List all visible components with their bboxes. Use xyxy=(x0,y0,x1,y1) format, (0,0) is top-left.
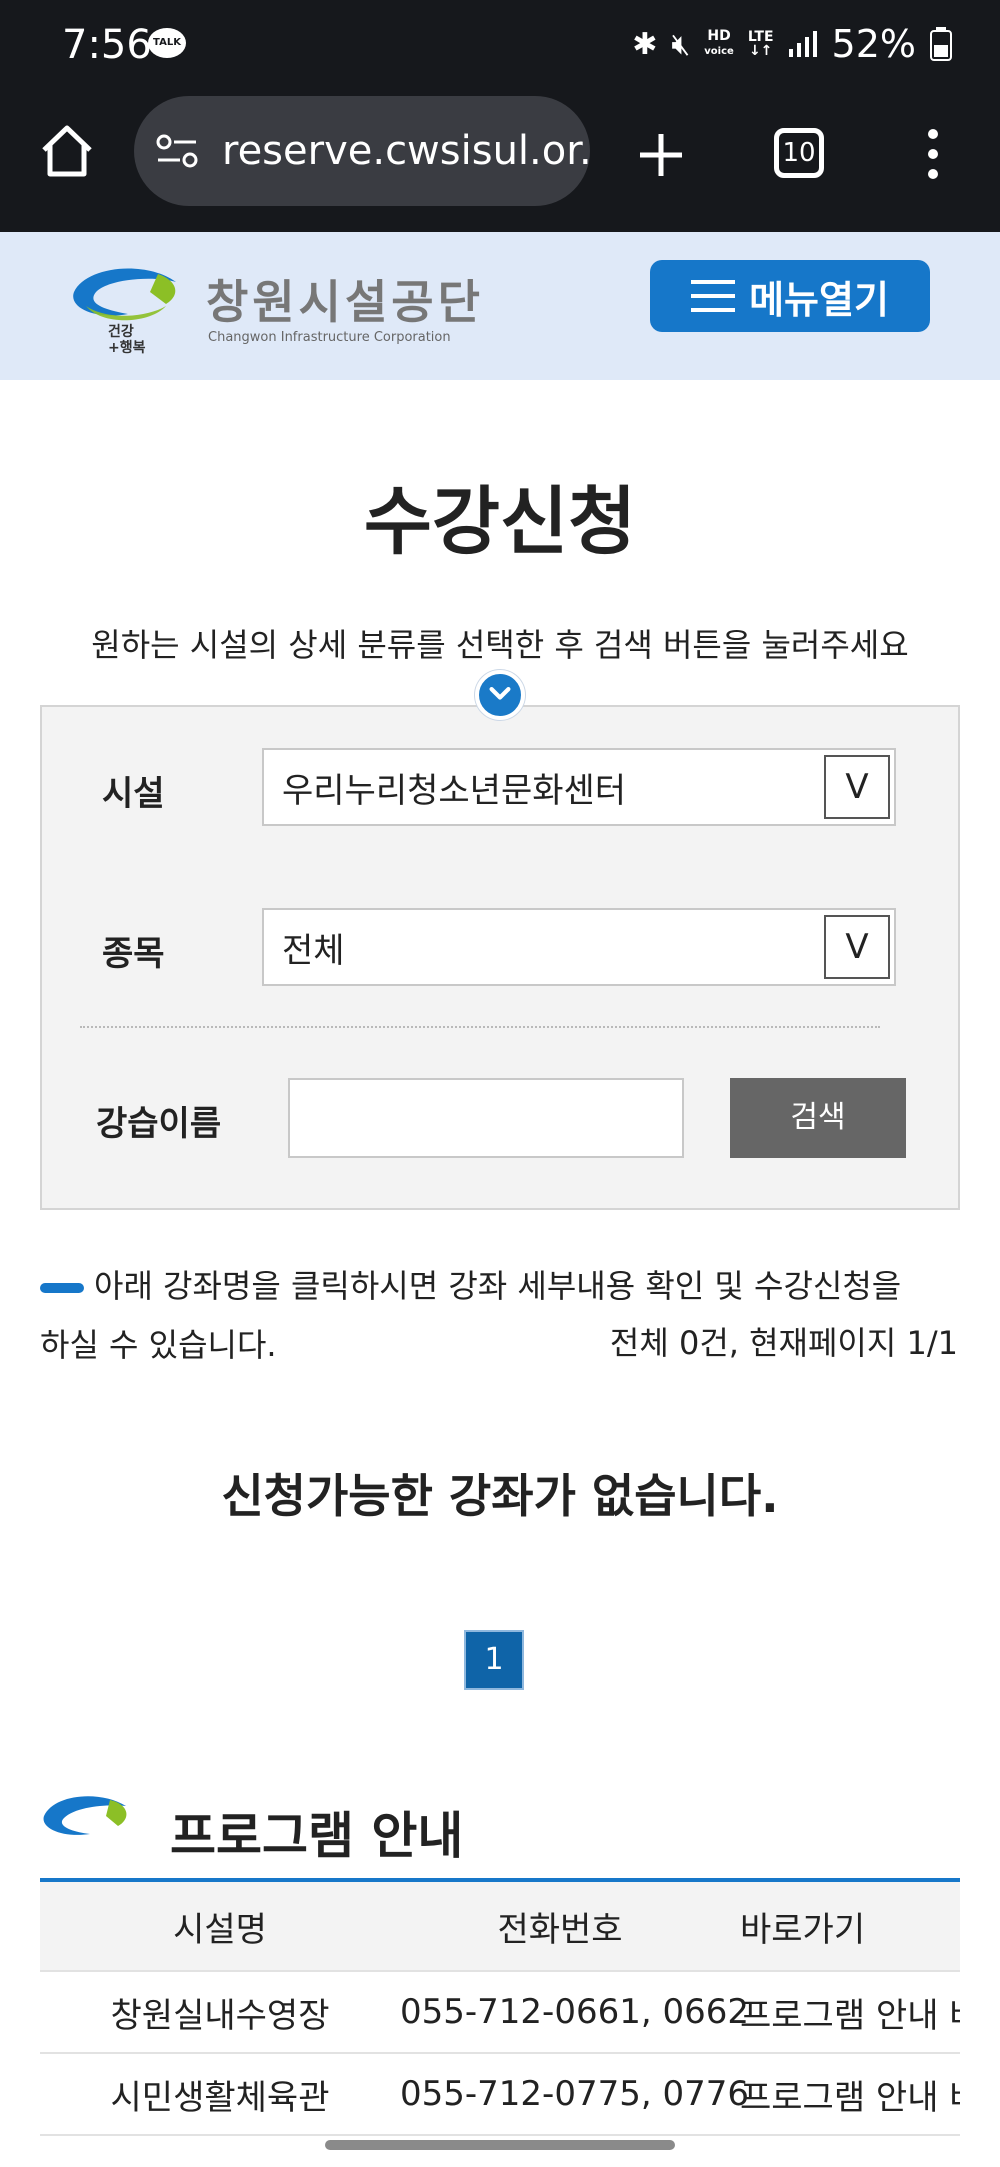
pagination-page-1[interactable]: 1 xyxy=(464,1630,524,1690)
facility-select-value: 우리누리청소년문화센터 xyxy=(282,770,627,811)
program-section-title: 프로그램 안내 xyxy=(170,1807,464,1865)
chevron-down-icon xyxy=(475,670,525,720)
course-name-input[interactable] xyxy=(288,1078,684,1158)
search-button[interactable]: 검색 xyxy=(730,1078,906,1158)
gesture-home-bar[interactable] xyxy=(325,2140,675,2150)
svg-text:건강: 건강 xyxy=(108,323,134,340)
tab-switcher-button[interactable]: 10 xyxy=(774,128,824,178)
url-text[interactable]: reserve.cwsisul.or.kr xyxy=(222,128,590,174)
address-bar[interactable]: reserve.cwsisul.or.kr xyxy=(134,96,590,206)
notice-line-1: 아래 강좌명을 클릭하시면 강좌 세부내용 확인 및 수강신청을 xyxy=(94,1267,902,1305)
status-icons: ✱ 🔇︎ HD voice LTE ↓↑ 52% xyxy=(632,22,952,66)
category-select-value: 전체 xyxy=(282,930,345,971)
form-divider xyxy=(80,1026,880,1028)
hd-voice-icon: HD voice xyxy=(704,28,734,57)
category-select[interactable]: 전체 V xyxy=(262,908,896,986)
dropdown-arrow-icon[interactable]: V xyxy=(824,755,890,819)
lte-icon: LTE ↓↑ xyxy=(747,29,774,59)
bluetooth-icon: ✱ xyxy=(632,26,658,62)
result-count: 전체 0건, 현재페이지 1/1 xyxy=(609,1324,958,1362)
phone-cell: 055-712-0661, 0662 xyxy=(400,1992,749,2032)
section-logo-icon xyxy=(43,1796,127,1835)
page-title: 수강신청 xyxy=(363,479,637,565)
notice-line-2: 하실 수 있습니다. xyxy=(40,1326,277,1364)
dropdown-arrow-icon[interactable]: V xyxy=(824,915,890,979)
facility-label: 시설 xyxy=(102,774,165,814)
phone-cell: 055-712-0775, 0776 xyxy=(400,2074,749,2114)
course-name-label: 강습이름 xyxy=(96,1104,222,1144)
signal-icon xyxy=(788,31,817,57)
empty-results-message: 신청가능한 강좌가 없습니다. xyxy=(221,1469,779,1523)
logo-subtitle: Changwon Infrastructure Corporation xyxy=(208,330,451,345)
program-table: 시설명 전화번호 바로가기 창원실내수영장 055-712-0661, 0662… xyxy=(40,1878,960,2136)
search-guide-text: 원하는 시설의 상세 분류를 선택한 후 검색 버튼을 눌러주세요 xyxy=(91,626,909,664)
table-header-row: 시설명 전화번호 바로가기 xyxy=(40,1882,960,1972)
svg-text:+행복: +행복 xyxy=(108,340,146,354)
more-menu-icon[interactable] xyxy=(920,128,946,180)
table-row: 시민생활체육관 055-712-0775, 0776 프로그램 안내 바로가기 xyxy=(40,2054,960,2136)
status-bar: 7:56 TALK ✱ 🔇︎ HD voice LTE ↓↑ 52% reserve… xyxy=(0,0,1000,232)
facility-name-cell: 시민생활체육관 xyxy=(110,2077,330,2118)
facility-name-cell: 창원실내수영장 xyxy=(110,1995,330,2036)
menu-open-button[interactable]: 메뉴열기 xyxy=(650,260,930,332)
new-tab-icon[interactable] xyxy=(636,130,686,180)
hamburger-icon xyxy=(691,280,736,312)
talk-notification-icon: TALK xyxy=(148,28,186,58)
corporation-logo[interactable]: 건강 +행복 xyxy=(66,258,186,354)
program-link[interactable]: 프로그램 안내 바로가기 xyxy=(720,1988,960,2037)
home-icon[interactable] xyxy=(40,124,94,178)
table-row: 창원실내수영장 055-712-0661, 0662 프로그램 안내 바로가기 xyxy=(40,1972,960,2054)
program-link[interactable]: 프로그램 안내 바로가기 xyxy=(720,2070,960,2119)
menu-open-label: 메뉴열기 xyxy=(749,277,889,322)
logo-title: 창원시설공단 xyxy=(206,275,484,329)
column-header: 바로가기 xyxy=(740,1909,866,1950)
notice-bullet xyxy=(40,1283,84,1293)
column-header: 시설명 xyxy=(173,1909,267,1950)
battery-icon xyxy=(930,27,952,61)
clock: 7:56 xyxy=(62,22,152,68)
column-header: 전화번호 xyxy=(497,1909,623,1950)
facility-select[interactable]: 우리누리청소년문화센터 V xyxy=(262,748,896,826)
mute-icon: 🔇︎ xyxy=(671,26,691,62)
category-label: 종목 xyxy=(102,934,165,974)
site-settings-icon[interactable] xyxy=(156,134,198,168)
battery-level: 52% xyxy=(831,22,916,66)
